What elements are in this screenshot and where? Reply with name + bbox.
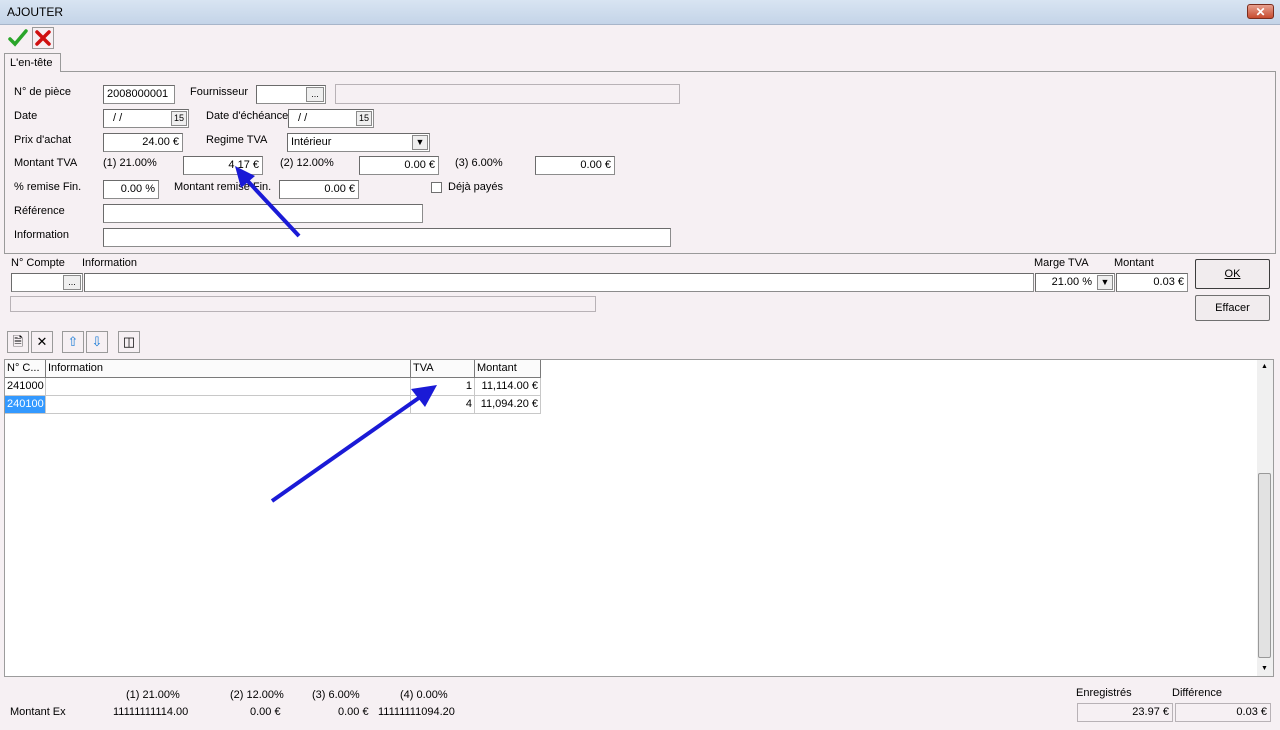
info-field[interactable] [103,228,671,247]
due-date-label: Date d'échéance [206,110,289,122]
entry-info-field[interactable] [84,273,1034,292]
vat-margin-label: Marge TVA [1034,257,1089,269]
tab-header-label: L'en-tête [10,57,53,69]
annotation-arrow [270,385,437,503]
entry-status-field [10,296,596,312]
grid-copy-button[interactable]: 🗎 [7,331,29,353]
price-label: Prix d'achat [14,134,72,146]
vat-amount-label: Montant TVA [14,157,78,169]
arrow-down-icon: ⇩ [91,334,103,349]
footer-c3-value: 0.00 € [338,706,369,718]
table-row-amount[interactable]: 11,114.00 € [475,378,541,396]
document-icon: 🗎 [12,334,24,349]
vat3-field[interactable]: 0.00 € [535,156,615,175]
supplier-browse-button[interactable]: ... [306,87,324,102]
paid-label: Déjà payés [448,181,504,193]
table-row-account[interactable]: 240100 [5,396,46,414]
cross-icon [35,30,51,46]
difference-label: Différence [1172,687,1222,699]
vat-margin-value: 21.00 % [1051,276,1092,288]
paid-checkbox[interactable] [431,182,442,193]
move-down-button[interactable]: ⇩ [86,331,108,353]
vat2-field[interactable]: 0.00 € [359,156,439,175]
move-up-button[interactable]: ⇧ [62,331,84,353]
date-value: / / [113,112,123,124]
vat-regime-select[interactable]: Intérieur ▼ [287,133,430,152]
clear-button-label: Effacer [1215,302,1250,314]
discount-pct-field[interactable]: 0.00 % [103,180,159,199]
discount-pct-label: % remise Fin. [14,181,82,193]
account-label: N° Compte [11,257,65,269]
supplier-field[interactable]: ... [256,85,326,104]
close-button[interactable]: ✕ [1247,4,1274,19]
account-field[interactable]: ... [11,273,83,292]
table-row-account[interactable]: 241000 [5,378,46,396]
scroll-thumb[interactable] [1258,473,1271,658]
footer-c2-value: 0.00 € [250,706,281,718]
vat-regime-label: Regime TVA [206,134,268,146]
vat3-label: (3) 6.00% [455,157,503,169]
scroll-up-icon[interactable]: ▲ [1261,363,1268,370]
piece-number-field[interactable]: 2008000001 [103,85,175,104]
confirm-button[interactable] [7,27,29,49]
tab-header[interactable]: L'en-tête [4,53,61,72]
info-label: Information [14,229,70,241]
lines-grid[interactable]: N° C... Information TVA Montant 241000 1… [4,359,1274,677]
date-field[interactable]: / / 15 [103,109,189,128]
footer-c3-label: (3) 6.00% [312,689,360,701]
vat-regime-value: Intérieur [291,136,332,148]
difference-value: 0.03 € [1175,703,1271,722]
supplier-name-field [335,84,680,104]
amount-ex-label: Montant Ex [10,706,66,718]
entry-info-label: Information [82,257,138,269]
price-field[interactable]: 24.00 € [103,133,183,152]
arrow-up-icon: ⇧ [67,334,79,349]
chevron-down-icon[interactable]: ▼ [1097,275,1113,290]
entry-amount-label: Montant [1114,257,1154,269]
check-icon [8,29,28,47]
columns-icon: ◫ [122,334,136,349]
footer-c2-label: (2) 12.00% [230,689,284,701]
recorded-value: 23.97 € [1077,703,1173,722]
due-date-value: / / [298,112,308,124]
due-date-field[interactable]: / / 15 [288,109,374,128]
grid-delete-button[interactable]: ✕ [31,331,53,353]
title-bar: AJOUTER ✕ [0,0,1280,25]
scroll-down-icon[interactable]: ▼ [1261,665,1268,672]
entry-amount-field[interactable]: 0.03 € [1116,273,1188,292]
calendar-icon[interactable]: 15 [171,111,187,126]
window-title: AJOUTER [7,5,64,19]
annotation-arrow [235,166,301,238]
vat-margin-select[interactable]: 21.00 % ▼ [1035,273,1115,292]
chevron-down-icon[interactable]: ▼ [412,135,428,150]
footer-c4-value: 11111111094.20 [378,706,455,718]
footer-c4-label: (4) 0.00% [400,689,448,701]
columns-button[interactable]: ◫ [118,331,140,353]
account-browse-button[interactable]: ... [63,275,81,290]
column-header[interactable]: Montant [475,360,541,378]
ok-button[interactable]: OK [1195,259,1270,289]
column-header[interactable]: N° C... [5,360,46,378]
piece-label: N° de pièce [14,86,71,98]
delete-icon: ✕ [36,334,48,349]
date-label: Date [14,110,38,122]
supplier-label: Fournisseur [190,86,249,98]
vertical-scrollbar[interactable]: ▲ ▼ [1257,360,1273,676]
clear-button[interactable]: Effacer [1195,295,1270,321]
table-row-amount[interactable]: 11,094.20 € [475,396,541,414]
ok-button-label: OK [1224,268,1241,280]
recorded-label: Enregistrés [1076,687,1132,699]
calendar-icon[interactable]: 15 [356,111,372,126]
close-icon: ✕ [1255,5,1266,19]
footer-c1-label: (1) 21.00% [126,689,180,701]
cancel-button[interactable] [32,27,54,49]
vat1-label: (1) 21.00% [103,157,157,169]
footer-c1-value: 11111111114.00 [113,706,189,718]
reference-label: Référence [14,205,65,217]
